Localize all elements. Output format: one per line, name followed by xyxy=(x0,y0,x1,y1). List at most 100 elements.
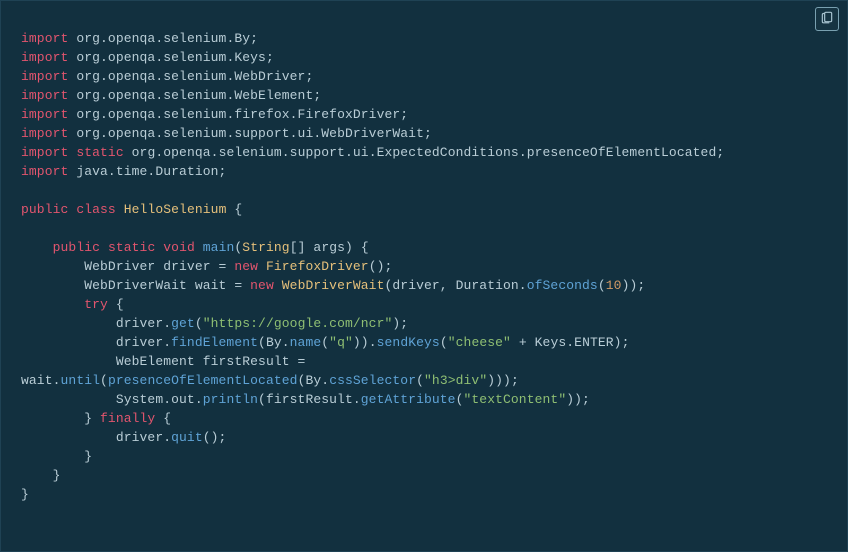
code-token: ( xyxy=(598,278,606,293)
code-token: [] args) { xyxy=(290,240,369,255)
code-token: org.openqa.selenium.WebElement; xyxy=(68,88,321,103)
code-token: java.time.Duration; xyxy=(68,164,226,179)
code-token: (driver, Duration. xyxy=(384,278,526,293)
code-token: )); xyxy=(622,278,646,293)
code-token: 10 xyxy=(606,278,622,293)
code-token: "textContent" xyxy=(464,392,567,407)
code-token: name xyxy=(290,335,322,350)
code-line: } xyxy=(21,468,61,483)
code-token: driver. xyxy=(21,316,171,331)
code-line: driver.quit(); xyxy=(21,430,226,445)
code-token: wait. xyxy=(21,373,61,388)
code-token: main xyxy=(203,240,235,255)
code-token: driver. xyxy=(21,430,171,445)
code-line: import static org.openqa.selenium.suppor… xyxy=(21,145,724,160)
code-token xyxy=(116,202,124,217)
code-token: } xyxy=(21,468,61,483)
code-token xyxy=(21,297,84,312)
code-token: System.out. xyxy=(21,392,203,407)
code-token: } xyxy=(21,411,100,426)
code-token: ( xyxy=(321,335,329,350)
code-line: WebElement firstResult = xyxy=(21,354,305,369)
code-block: import org.openqa.selenium.By; import or… xyxy=(0,0,848,552)
code-line: driver.get("https://google.com/ncr"); xyxy=(21,316,408,331)
code-token: (); xyxy=(203,430,227,445)
code-token: public xyxy=(21,202,68,217)
code-token: ( xyxy=(416,373,424,388)
code-line: import org.openqa.selenium.WebElement; xyxy=(21,88,321,103)
code-token: new xyxy=(250,278,274,293)
code-token: (firstResult. xyxy=(258,392,361,407)
code-token: { xyxy=(155,411,171,426)
code-token: static xyxy=(108,240,155,255)
code-line: try { xyxy=(21,297,124,312)
code-token: class xyxy=(76,202,116,217)
code-token: import xyxy=(21,50,68,65)
code-token: cssSelector xyxy=(329,373,416,388)
code-line: wait.until(presenceOfElementLocated(By.c… xyxy=(21,373,519,388)
code-token: import xyxy=(21,164,68,179)
code-token: until xyxy=(61,373,101,388)
code-token: driver. xyxy=(21,335,171,350)
code-token: "q" xyxy=(329,335,353,350)
code-token: sendKeys xyxy=(377,335,440,350)
code-token: )); xyxy=(566,392,590,407)
code-token: WebDriver driver = xyxy=(21,259,234,274)
code-token: (By. xyxy=(258,335,290,350)
code-line: WebDriver driver = new FirefoxDriver(); xyxy=(21,259,392,274)
code-token: WebElement firstResult = xyxy=(21,354,305,369)
code-token: import xyxy=(21,31,68,46)
code-token: new xyxy=(234,259,258,274)
code-token: "h3>div" xyxy=(424,373,487,388)
code-token: getAttribute xyxy=(361,392,456,407)
code-token: WebDriverWait xyxy=(282,278,385,293)
code-token: public xyxy=(53,240,100,255)
code-line: import org.openqa.selenium.WebDriver; xyxy=(21,69,313,84)
code-token: ( xyxy=(100,373,108,388)
code-token: { xyxy=(108,297,124,312)
code-line: import java.time.Duration; xyxy=(21,164,226,179)
code-token: )). xyxy=(353,335,377,350)
code-token: import xyxy=(21,145,68,160)
code-line: WebDriverWait wait = new WebDriverWait(d… xyxy=(21,278,645,293)
code-token: get xyxy=(171,316,195,331)
code-token xyxy=(258,259,266,274)
code-token: } xyxy=(21,487,29,502)
code-token xyxy=(21,240,53,255)
code-token: "https://google.com/ncr" xyxy=(203,316,393,331)
code-token: ( xyxy=(195,316,203,331)
code-token: { xyxy=(226,202,242,217)
code-token: ofSeconds xyxy=(527,278,598,293)
code-line: import org.openqa.selenium.support.ui.We… xyxy=(21,126,432,141)
code-token: (By. xyxy=(298,373,330,388)
code-line: } finally { xyxy=(21,411,171,426)
code-token: println xyxy=(203,392,258,407)
code-token: org.openqa.selenium.Keys; xyxy=(68,50,273,65)
code-token: finally xyxy=(100,411,155,426)
code-token: import xyxy=(21,69,68,84)
code-token: presenceOfElementLocated xyxy=(108,373,298,388)
code-content: import org.openqa.selenium.By; import or… xyxy=(21,29,827,504)
code-token: import xyxy=(21,126,68,141)
code-token: HelloSelenium xyxy=(124,202,227,217)
code-token: ))); xyxy=(487,373,519,388)
code-line: import org.openqa.selenium.Keys; xyxy=(21,50,274,65)
code-token: static xyxy=(76,145,123,160)
code-token: import xyxy=(21,107,68,122)
clipboard-icon xyxy=(820,10,834,29)
code-token xyxy=(100,240,108,255)
code-token: org.openqa.selenium.By; xyxy=(68,31,258,46)
code-token: void xyxy=(163,240,195,255)
code-line: driver.findElement(By.name("q")).sendKey… xyxy=(21,335,629,350)
code-token: org.openqa.selenium.WebDriver; xyxy=(68,69,313,84)
code-token: "cheese" xyxy=(448,335,511,350)
code-line: public class HelloSelenium { xyxy=(21,202,242,217)
code-token: ); xyxy=(392,316,408,331)
copy-button[interactable] xyxy=(815,7,839,31)
code-token xyxy=(195,240,203,255)
code-token: + Keys.ENTER); xyxy=(511,335,630,350)
code-token xyxy=(274,278,282,293)
code-token: org.openqa.selenium.firefox.FirefoxDrive… xyxy=(68,107,408,122)
code-token: quit xyxy=(171,430,203,445)
code-token: ( xyxy=(456,392,464,407)
